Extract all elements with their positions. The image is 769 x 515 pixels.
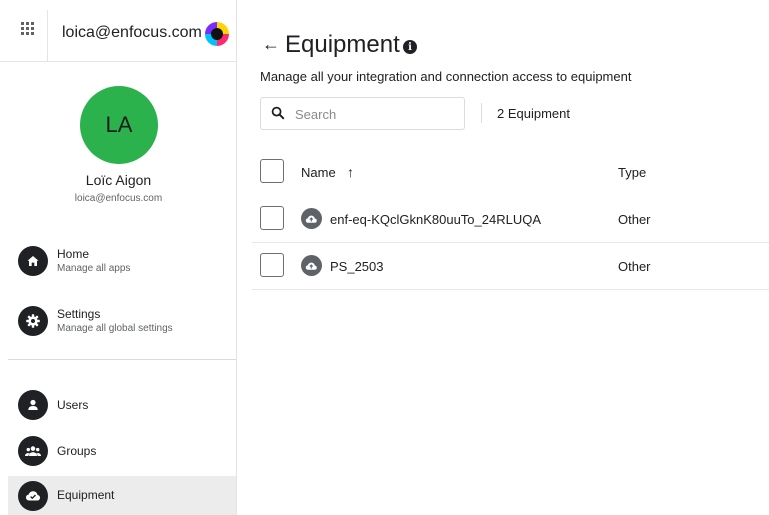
equipment-icon [18,480,48,511]
select-all-checkbox[interactable] [260,159,284,183]
brand-logo-icon [205,22,229,46]
grid-icon [21,22,34,35]
equipment-count: 2 Equipment [497,106,570,121]
nav-item-equipment[interactable]: Equipment [8,476,236,515]
nav-item-users[interactable]: Users [8,389,236,421]
count-divider [481,103,482,123]
nav-settings-title: Settings [57,306,101,321]
nav-item-home[interactable]: Home Manage all apps [8,244,236,278]
nav-divider [8,359,236,360]
sidebar: loica@enfocus.com LA Loïc Aigon loica@en… [0,0,237,515]
sidebar-header: loica@enfocus.com [0,0,237,62]
page-title: Equipment [285,31,400,58]
equipment-name[interactable]: enf-eq-KQclGknK80uuTo_24RLUQA [330,212,541,227]
nav-home-title: Home [57,246,90,261]
app-launcher-button[interactable] [8,10,48,62]
row-checkbox[interactable] [260,253,284,277]
equipment-type: Other [618,212,651,227]
group-icon [18,436,48,466]
nav-item-settings[interactable]: Settings Manage all global settings [8,304,236,338]
row-divider [252,242,769,243]
row-checkbox[interactable] [260,206,284,230]
column-header-name[interactable]: Name [301,165,336,180]
page-description: Manage all your integration and connecti… [260,69,632,84]
column-header-type[interactable]: Type [618,165,646,180]
sort-ascending-icon[interactable]: ↑ [347,164,354,180]
cloud-icon [301,208,322,229]
search-icon [271,106,285,120]
search-input[interactable] [295,104,455,124]
equipment-name[interactable]: PS_2503 [330,259,384,274]
nav-users-title: Users [57,397,89,412]
nav-item-groups[interactable]: Groups [8,435,236,467]
profile-name: Loïc Aigon [85,172,152,188]
nav-equipment-title: Equipment [57,488,115,502]
equipment-type: Other [618,259,651,274]
user-icon [18,390,48,420]
cloud-icon [301,255,322,276]
search-box [260,97,465,130]
back-arrow-icon[interactable]: ← [262,34,280,55]
home-icon [18,246,48,276]
profile-email: loica@enfocus.com [74,193,163,204]
nav-groups-title: Groups [57,443,97,458]
nav-settings-subtitle: Manage all global settings [57,322,173,334]
account-email[interactable]: loica@enfocus.com [62,24,202,42]
gear-icon [18,306,48,336]
info-icon[interactable]: i [403,40,417,54]
avatar: LA [80,86,158,164]
nav-home-subtitle: Manage all apps [57,262,131,274]
row-divider [252,289,769,290]
